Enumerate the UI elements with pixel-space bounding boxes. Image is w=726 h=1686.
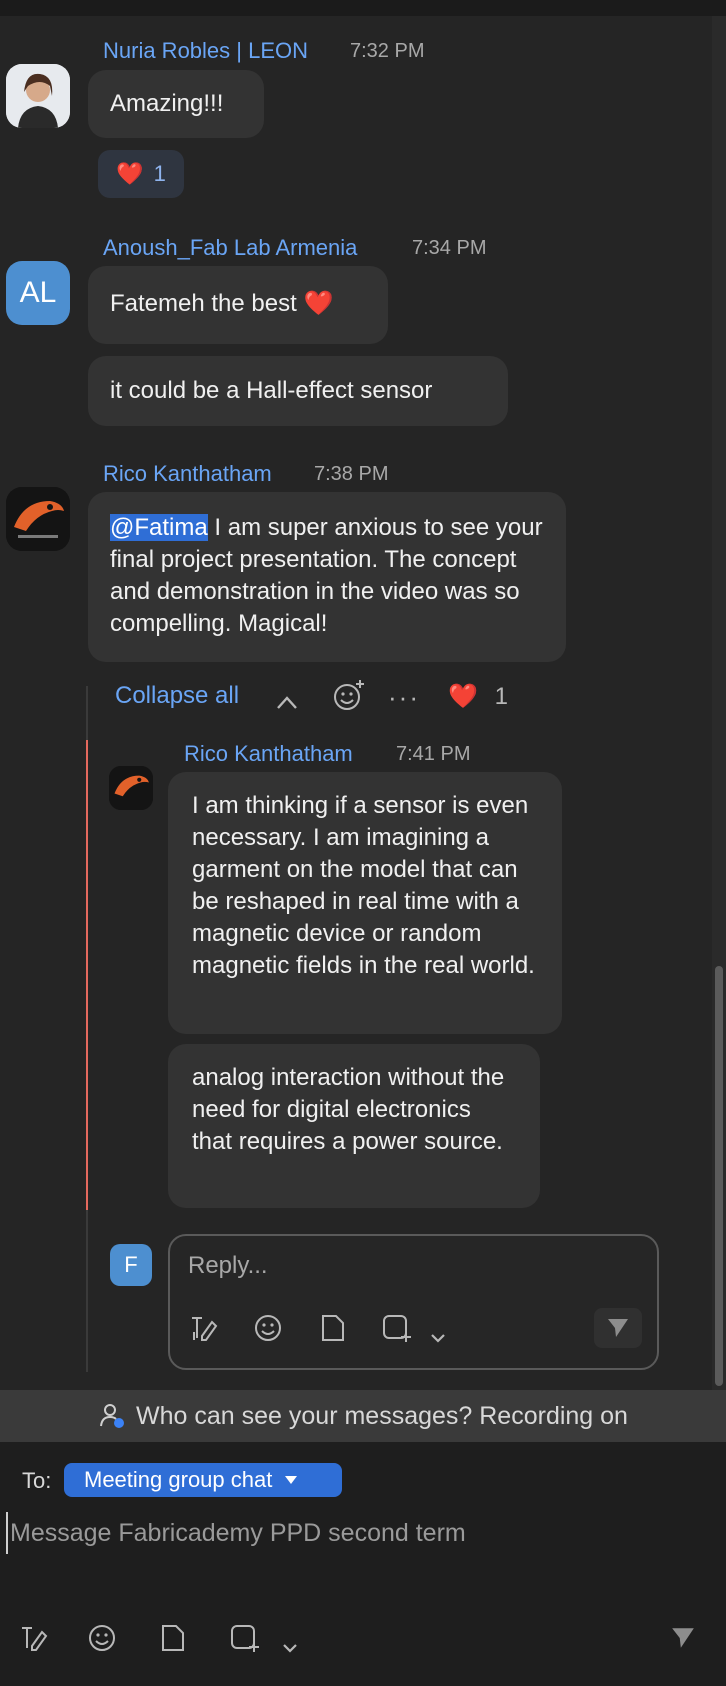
heart-emoji: ❤️: [303, 290, 334, 317]
format-icon[interactable]: [20, 1624, 48, 1659]
mention-tag[interactable]: @Fatima: [110, 514, 208, 541]
thread-reaction[interactable]: ❤️ 1: [448, 682, 508, 711]
scrollbar-thumb[interactable]: [715, 966, 723, 1386]
chevron-down-icon[interactable]: [282, 1630, 298, 1661]
reply-send-button[interactable]: [594, 1308, 642, 1348]
person-lock-icon: [100, 1404, 125, 1428]
message-bubble[interactable]: Amazing!!!: [88, 70, 264, 138]
reaction-count: 1: [153, 161, 166, 186]
reaction-pill[interactable]: ❤️ 1: [98, 150, 184, 198]
message-time: 7:38 PM: [314, 463, 389, 485]
reply-author[interactable]: Rico Kanthatham: [184, 741, 353, 767]
visibility-notice-bar[interactable]: Who can see your messages? Recording on: [0, 1390, 726, 1442]
message-time: 7:32 PM: [350, 40, 425, 62]
file-icon[interactable]: [320, 1314, 346, 1349]
avatar-initials: AL: [19, 276, 57, 309]
chevron-up-icon[interactable]: [276, 686, 298, 717]
message-input[interactable]: [6, 1512, 712, 1554]
heart-emoji: ❤️: [116, 161, 144, 186]
send-icon[interactable]: [670, 1626, 696, 1657]
message-text: Amazing!!!: [110, 90, 224, 117]
screenshot-icon[interactable]: [230, 1624, 260, 1661]
message-time: 7:34 PM: [412, 237, 487, 259]
recipient-value: Meeting group chat: [84, 1467, 273, 1492]
reply-time: 7:41 PM: [396, 743, 471, 765]
heart-emoji: ❤️: [448, 683, 478, 710]
message-bubble[interactable]: it could be a Hall-effect sensor: [88, 356, 508, 426]
message-author[interactable]: Nuria Robles | LEON: [103, 38, 308, 64]
recipient-dropdown[interactable]: Meeting group chat: [64, 1463, 342, 1497]
message-author[interactable]: Anoush_Fab Lab Armenia: [103, 235, 357, 261]
screenshot-icon[interactable]: [382, 1314, 412, 1351]
message-bubble[interactable]: @Fatima I am super anxious to see your f…: [88, 492, 566, 662]
my-avatar[interactable]: F: [110, 1244, 152, 1286]
visibility-notice-text: Who can see your messages? Recording on: [136, 1401, 628, 1430]
avatar-initial: F: [124, 1252, 138, 1277]
window-top-bar: [0, 0, 726, 16]
message-text: Fatemeh the best: [110, 290, 297, 317]
emoji-icon[interactable]: [88, 1624, 116, 1659]
reply-bubble[interactable]: I am thinking if a sensor is even necess…: [168, 772, 562, 1034]
message-text: it could be a Hall-effect sensor: [110, 377, 433, 404]
thread-highlight-bar: [86, 740, 88, 1210]
emoji-icon[interactable]: [254, 1314, 282, 1349]
send-icon: [608, 1319, 628, 1337]
message-author[interactable]: Rico Kanthatham: [103, 461, 272, 487]
avatar-rico[interactable]: [6, 487, 70, 551]
avatar-rico-reply[interactable]: [109, 766, 153, 810]
to-label: To:: [22, 1468, 52, 1493]
collapse-all-link[interactable]: Collapse all: [115, 682, 239, 710]
ellipsis-icon[interactable]: ···: [388, 682, 420, 713]
message-bubble[interactable]: Fatemeh the best ❤️: [88, 266, 388, 344]
reply-text: I am thinking if a sensor is even necess…: [192, 792, 535, 979]
reaction-count: 1: [494, 683, 508, 710]
chevron-down-icon[interactable]: [430, 1320, 446, 1351]
avatar-nuria[interactable]: [6, 64, 70, 128]
format-icon[interactable]: [190, 1314, 218, 1349]
reply-input[interactable]: Reply...: [188, 1252, 268, 1280]
caret-down-icon: [285, 1476, 298, 1484]
add-reaction-icon[interactable]: [332, 678, 366, 719]
reply-bubble[interactable]: analog interaction without the need for …: [168, 1044, 540, 1208]
file-icon[interactable]: [160, 1624, 186, 1659]
reply-text: analog interaction without the need for …: [192, 1064, 505, 1155]
avatar-anoush[interactable]: AL: [6, 261, 70, 325]
